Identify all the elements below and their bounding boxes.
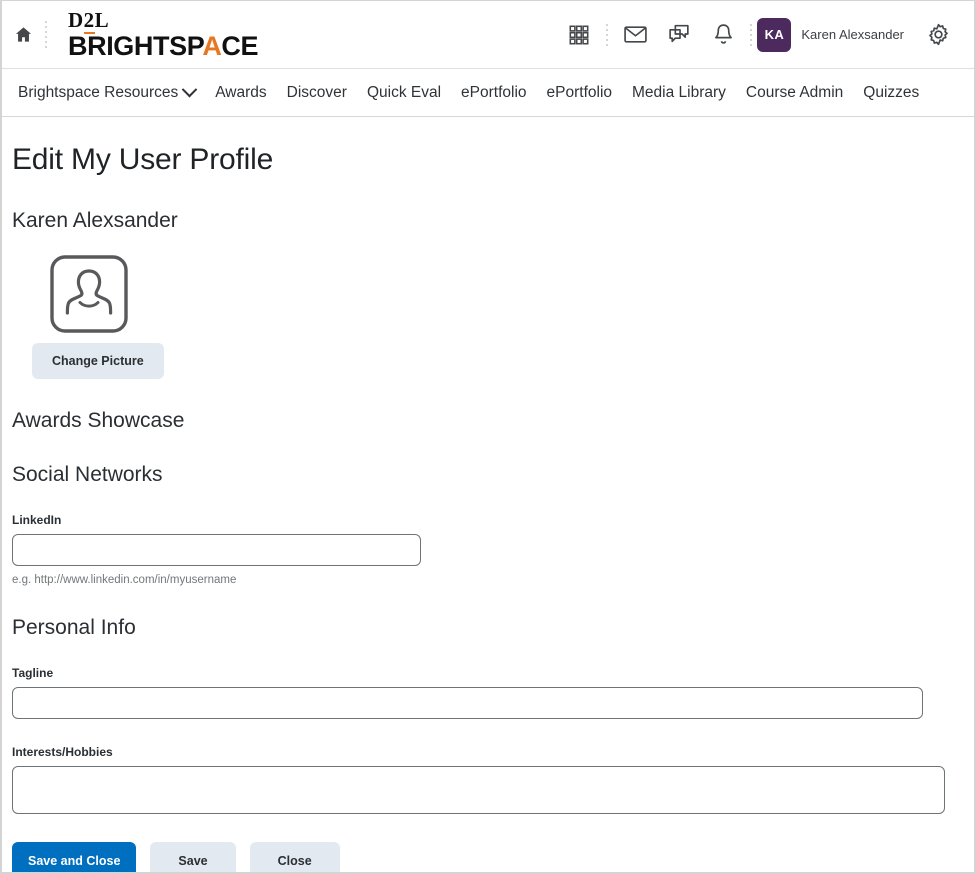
user-name-label[interactable]: Karen Alexsander	[801, 27, 904, 42]
brightspace-text-post: CE	[221, 30, 259, 61]
nav-label: Brightspace Resources	[18, 83, 179, 101]
nav-item-brightspace-resources[interactable]: Brightspace Resources	[8, 78, 205, 108]
header-divider-dots	[40, 15, 52, 55]
profile-picture-block: Change Picture	[12, 255, 964, 379]
page-root: D2L BRIGHTSPACE KA Karen Alexsander Brig…	[0, 0, 976, 874]
bell-icon[interactable]	[701, 13, 745, 57]
main-navigation: Brightspace Resources Awards Discover Qu…	[2, 69, 974, 117]
linkedin-label: LinkedIn	[12, 513, 62, 527]
nav-item-course-admin[interactable]: Course Admin	[736, 78, 853, 108]
nav-item-eportfolio-2[interactable]: ePortfolio	[537, 78, 622, 108]
header-actions: KA Karen Alexsander	[557, 13, 974, 57]
nav-item-eportfolio[interactable]: ePortfolio	[451, 78, 536, 108]
home-button[interactable]	[6, 18, 40, 52]
profile-picture-placeholder	[50, 255, 128, 333]
linkedin-helper-text: e.g. http://www.linkedin.com/in/myuserna…	[12, 574, 237, 586]
brightspace-logo[interactable]: D2L BRIGHTSPACE	[68, 7, 259, 61]
form-actions: Save and Close Save Close	[12, 842, 964, 872]
nav-item-awards[interactable]: Awards	[205, 78, 276, 108]
brightspace-flame-a: A	[202, 30, 222, 61]
d2l-letter-d: D	[68, 7, 84, 32]
chevron-down-icon	[181, 81, 198, 98]
main-content: Edit My User Profile Karen Alexsander Ch…	[2, 143, 974, 872]
section-heading-social-networks: Social Networks	[12, 463, 163, 486]
nav-item-discover[interactable]: Discover	[277, 78, 357, 108]
section-heading-personal-info: Personal Info	[12, 616, 136, 639]
nav-item-quick-eval[interactable]: Quick Eval	[357, 78, 451, 108]
d2l-wordmark: D2L	[68, 7, 258, 34]
save-button[interactable]: Save	[150, 842, 236, 872]
change-picture-button[interactable]: Change Picture	[32, 343, 164, 379]
d2l-letter-l: L	[94, 7, 110, 32]
profile-name: Karen Alexsander	[12, 209, 178, 232]
section-heading-awards-showcase: Awards Showcase	[12, 409, 185, 432]
linkedin-input[interactable]	[12, 534, 421, 566]
page-title: Edit My User Profile	[12, 143, 274, 176]
tagline-label: Tagline	[12, 666, 54, 680]
interests-hobbies-textarea[interactable]	[12, 766, 945, 814]
gear-icon[interactable]	[916, 13, 960, 57]
chat-bubbles-icon[interactable]	[657, 13, 701, 57]
header-divider-dots-3	[745, 15, 757, 55]
header-divider-dots-2	[601, 15, 613, 55]
waffle-grid-icon[interactable]	[557, 13, 601, 57]
avatar-initials: KA	[764, 27, 785, 42]
close-button[interactable]: Close	[249, 842, 340, 872]
interests-hobbies-label: Interests/Hobbies	[12, 745, 113, 759]
brightspace-wordmark: BRIGHTSPACE	[68, 30, 259, 61]
nav-item-media-library[interactable]: Media Library	[622, 78, 736, 108]
brightspace-text-pre: BRIGHTSP	[68, 30, 203, 61]
nav-item-quizzes[interactable]: Quizzes	[853, 78, 929, 108]
app-header: D2L BRIGHTSPACE KA Karen Alexsander	[2, 1, 974, 69]
tagline-input[interactable]	[12, 687, 923, 719]
save-and-close-button[interactable]: Save and Close	[12, 842, 137, 872]
avatar[interactable]: KA	[757, 17, 792, 52]
envelope-icon[interactable]	[613, 13, 657, 57]
